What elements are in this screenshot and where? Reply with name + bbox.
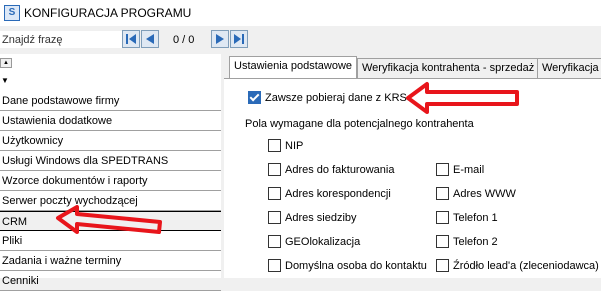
checkbox-icon xyxy=(436,211,449,224)
checkbox-icon xyxy=(436,187,449,200)
checkbox-icon xyxy=(268,259,281,272)
sidebar-item-ustawienia-dodatkowe[interactable]: Ustawienia dodatkowe xyxy=(0,111,221,131)
previous-icon xyxy=(146,34,154,44)
lead-source-label: Źródło lead'a (zleceniodawca) xyxy=(453,259,599,272)
sidebar-menu: Dane podstawowe firmy Ustawienia dodatko… xyxy=(0,91,221,291)
always-fetch-krs-checkbox[interactable]: Zawsze pobieraj dane z KRS xyxy=(248,91,407,104)
sidebar-item-cenniki[interactable]: Cenniki xyxy=(0,271,221,291)
correspondence-address-checkbox[interactable]: Adres korespondencji xyxy=(268,187,391,200)
checkbox-icon xyxy=(436,163,449,176)
search-toolbar: 0 / 0 xyxy=(0,26,270,54)
correspondence-address-label: Adres korespondencji xyxy=(285,187,391,200)
sidebar-item-zadania[interactable]: Zadania i ważne terminy xyxy=(0,251,221,271)
default-contact-checkbox[interactable]: Domyślna osoba do kontaktu xyxy=(268,259,427,272)
always-fetch-krs-label: Zawsze pobieraj dane z KRS xyxy=(265,91,407,104)
next-icon xyxy=(216,34,224,44)
next-result-button[interactable] xyxy=(211,30,229,48)
website-label: Adres WWW xyxy=(453,187,516,200)
checkbox-icon xyxy=(268,163,281,176)
registered-address-label: Adres siedziby xyxy=(285,211,357,224)
required-fields-heading: Pola wymagane dla potencjalnego kontrahe… xyxy=(245,118,474,130)
result-counter: 0 / 0 xyxy=(173,34,195,46)
sidebar-item-uzytkownicy[interactable]: Użytkownicy xyxy=(0,131,221,151)
checkbox-icon xyxy=(268,187,281,200)
email-label: E-mail xyxy=(453,163,485,176)
checkbox-icon xyxy=(268,235,281,248)
skip-last-icon xyxy=(234,34,244,44)
billing-address-checkbox[interactable]: Adres do fakturowania xyxy=(268,163,394,176)
sidebar-item-uslugi-windows[interactable]: Usługi Windows dla SPEDTRANS xyxy=(0,151,221,171)
phone2-label: Telefon 2 xyxy=(453,235,498,248)
window-title: KONFIGURACJA PROGRAMU xyxy=(24,6,192,20)
sidebar: ▲ ▼ Dane podstawowe firmy Ustawienia dod… xyxy=(0,54,221,291)
tab-ustawienia-podstawowe[interactable]: Ustawienia podstawowe xyxy=(229,56,358,78)
checkbox-icon xyxy=(268,139,281,152)
sidebar-item-wzorce-dokumentow[interactable]: Wzorce dokumentów i raporty xyxy=(0,171,221,191)
website-checkbox[interactable]: Adres WWW xyxy=(436,187,516,200)
annotation-arrow-krs xyxy=(406,82,519,114)
tab-weryfikacja[interactable]: Weryfikacja xyxy=(537,58,601,78)
last-result-button[interactable] xyxy=(230,30,248,48)
app-icon: S xyxy=(4,5,20,21)
first-result-button[interactable] xyxy=(122,30,140,48)
checkbox-icon xyxy=(436,235,449,248)
nip-label: NIP xyxy=(285,139,304,152)
previous-result-button[interactable] xyxy=(141,30,159,48)
annotation-arrow-crm xyxy=(56,205,162,234)
scroll-down-icon[interactable]: ▼ xyxy=(1,76,9,85)
title-bar: S KONFIGURACJA PROGRAMU xyxy=(0,0,601,26)
skip-first-icon xyxy=(126,34,136,44)
phone1-checkbox[interactable]: Telefon 1 xyxy=(436,211,498,224)
geolocation-checkbox[interactable]: GEOlokalizacja xyxy=(268,235,360,248)
phone1-label: Telefon 1 xyxy=(453,211,498,224)
geolocation-label: GEOlokalizacja xyxy=(285,235,361,248)
email-checkbox[interactable]: E-mail xyxy=(436,163,484,176)
default-contact-label: Domyślna osoba do kontaktu xyxy=(285,259,427,272)
billing-address-label: Adres do fakturowania xyxy=(285,163,395,176)
registered-address-checkbox[interactable]: Adres siedziby xyxy=(268,211,357,224)
sidebar-item-dane-podstawowe[interactable]: Dane podstawowe firmy xyxy=(0,91,221,111)
nip-checkbox[interactable]: NIP xyxy=(268,139,303,152)
phone2-checkbox[interactable]: Telefon 2 xyxy=(436,235,498,248)
tab-weryfikacja-sprzedaz[interactable]: Weryfikacja kontrahenta - sprzedaż xyxy=(357,58,540,78)
checkbox-icon xyxy=(436,259,449,272)
checkbox-icon xyxy=(268,211,281,224)
scroll-up-button[interactable]: ▲ xyxy=(0,58,12,68)
checkbox-checked-icon xyxy=(248,91,261,104)
search-input[interactable] xyxy=(0,31,122,48)
lead-source-checkbox[interactable]: Źródło lead'a (zleceniodawca) xyxy=(436,259,599,272)
